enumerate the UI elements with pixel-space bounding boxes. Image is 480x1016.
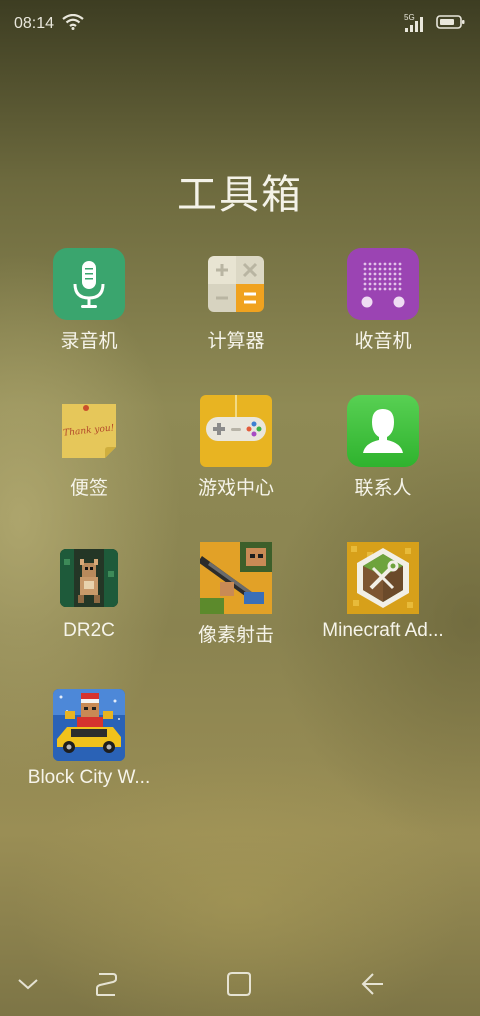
recent-apps-button[interactable] bbox=[86, 966, 126, 1002]
app-label: 计算器 bbox=[207, 331, 265, 352]
status-bar: 08:14 5G bbox=[0, 0, 480, 48]
app-pixel-shooter[interactable]: 像素射击 bbox=[162, 542, 310, 652]
microphone-icon bbox=[53, 248, 125, 320]
sticky-note-icon: Thank you! bbox=[53, 395, 125, 467]
app-label: 录音机 bbox=[60, 331, 118, 352]
folder-title: 工具箱 bbox=[177, 172, 303, 218]
status-right: 5G bbox=[404, 13, 466, 34]
recents-icon bbox=[96, 973, 117, 996]
status-time: 08:14 bbox=[14, 15, 55, 32]
block-city-game-icon bbox=[53, 689, 125, 761]
app-block-city[interactable]: Block City W... bbox=[15, 689, 163, 799]
app-radio[interactable]: 收音机 bbox=[309, 248, 457, 358]
app-label: Block City W... bbox=[27, 767, 151, 788]
app-recorder[interactable]: 录音机 bbox=[15, 248, 163, 358]
home-square-icon bbox=[227, 972, 251, 996]
back-arrow-icon bbox=[361, 973, 383, 995]
app-label: 像素射击 bbox=[197, 625, 274, 646]
app-label: DR2C bbox=[63, 620, 115, 641]
wifi-icon bbox=[62, 13, 84, 34]
app-minecraft-addons[interactable]: Minecraft Ad... bbox=[309, 542, 457, 652]
app-game-center[interactable]: 游戏中心 bbox=[162, 395, 310, 505]
battery-icon bbox=[436, 14, 466, 34]
pixel-shooter-game-icon bbox=[200, 542, 272, 614]
signal-icon: 5G bbox=[404, 13, 426, 33]
app-contacts[interactable]: 联系人 bbox=[309, 395, 457, 505]
minecraft-addons-icon bbox=[347, 542, 419, 614]
app-label: 收音机 bbox=[354, 331, 412, 352]
radio-icon bbox=[347, 248, 419, 320]
app-label: 游戏中心 bbox=[197, 478, 274, 499]
home-button[interactable] bbox=[219, 966, 259, 1002]
contact-person-icon bbox=[347, 395, 419, 467]
back-button[interactable] bbox=[352, 966, 392, 1002]
app-label: 联系人 bbox=[354, 478, 412, 499]
gamepad-icon bbox=[200, 395, 272, 467]
chevron-down-icon bbox=[18, 979, 38, 990]
app-calculator[interactable]: 计算器 bbox=[162, 248, 310, 358]
dr2c-game-icon bbox=[60, 549, 118, 607]
app-dr2c[interactable]: DR2C bbox=[15, 542, 163, 652]
app-notes[interactable]: Thank you! 便签 bbox=[15, 395, 163, 505]
collapse-nav-button[interactable] bbox=[8, 966, 48, 1002]
status-left: 08:14 bbox=[14, 13, 84, 34]
app-label: Minecraft Ad... bbox=[322, 620, 444, 641]
app-label: 便签 bbox=[69, 478, 108, 499]
navigation-bar bbox=[0, 956, 480, 1016]
calculator-icon bbox=[208, 256, 264, 312]
